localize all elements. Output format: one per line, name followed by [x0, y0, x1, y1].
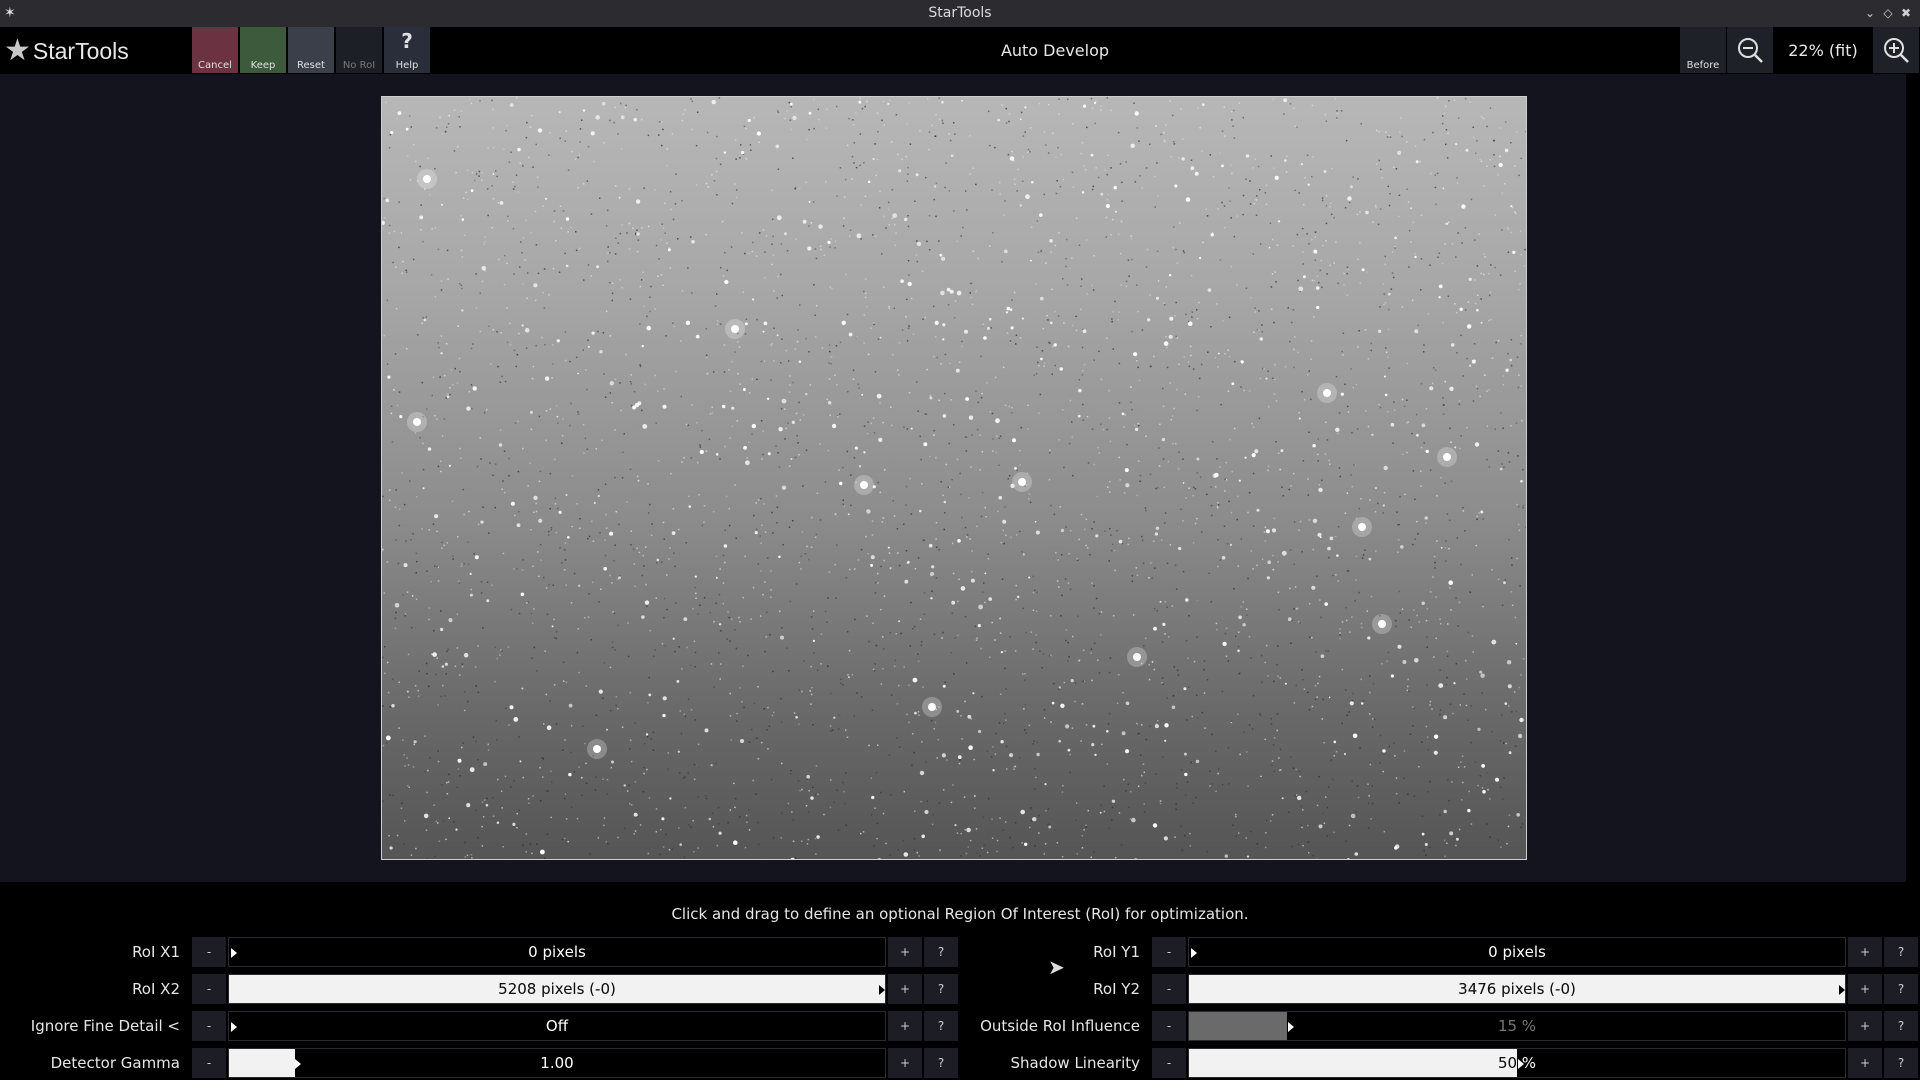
- shadow-linearity-increment-button[interactable]: +: [1848, 1048, 1882, 1078]
- roi-y2-value: 3476 pixels (-0): [1458, 980, 1576, 998]
- help-button[interactable]: ? Help: [384, 27, 430, 73]
- shadow-linearity-value: 50 %: [1497, 1054, 1537, 1072]
- reset-button[interactable]: Reset: [288, 27, 334, 73]
- vertical-scrollbar[interactable]: [1906, 74, 1920, 882]
- detector-gamma-increment-button[interactable]: +: [888, 1048, 922, 1078]
- zoom-out-button[interactable]: [1727, 27, 1773, 73]
- shadow-linearity-slider[interactable]: 50 %: [1188, 1048, 1846, 1078]
- window-title: StarTools: [928, 5, 992, 21]
- app-logo: ★ StarTools: [4, 33, 129, 69]
- star-field-render: [382, 97, 1526, 859]
- roi-x2-slider[interactable]: 5208 pixels (-0): [228, 974, 886, 1004]
- zoom-in-button[interactable]: [1873, 27, 1919, 73]
- logo-star-icon: ★: [4, 33, 31, 68]
- minimize-icon[interactable]: ⌄: [1862, 5, 1878, 21]
- maximize-icon[interactable]: ◇: [1880, 5, 1896, 21]
- ignore-fine-detail-help-button[interactable]: ?: [924, 1011, 958, 1041]
- ignore-fine-detail-value: Off: [545, 1017, 569, 1035]
- app-name: StarTools: [32, 37, 129, 64]
- zoom-in-icon: [1884, 38, 1909, 63]
- roi-x2-value: 5208 pixels (-0): [498, 980, 616, 998]
- roi-x1-slider[interactable]: 0 pixels: [228, 937, 886, 967]
- zoom-out-icon: [1738, 38, 1763, 63]
- outside-roi-influence-decrement-button[interactable]: -: [1152, 1011, 1186, 1041]
- keep-button[interactable]: Keep: [240, 27, 286, 73]
- no-roi-label: No RoI: [342, 60, 376, 71]
- no-roi-button[interactable]: No RoI: [336, 27, 382, 73]
- roi-x1-help-button[interactable]: ?: [924, 937, 958, 967]
- cancel-label: Cancel: [198, 60, 232, 71]
- roi-x1-decrement-button[interactable]: -: [192, 937, 226, 967]
- roi-y1-decrement-button[interactable]: -: [1152, 937, 1186, 967]
- before-label: Before: [1686, 60, 1720, 71]
- detector-gamma-decrement-button[interactable]: -: [192, 1048, 226, 1078]
- roi-y2-slider[interactable]: 3476 pixels (-0): [1188, 974, 1846, 1004]
- roi-y2-increment-button[interactable]: +: [1848, 974, 1882, 1004]
- mouse-cursor-icon: ➤: [1048, 955, 1065, 979]
- help-label: Help: [395, 60, 419, 71]
- shadow-linearity-decrement-button[interactable]: -: [1152, 1048, 1186, 1078]
- ignore-fine-detail-decrement-button[interactable]: -: [192, 1011, 226, 1041]
- before-button[interactable]: Before: [1680, 27, 1726, 73]
- roi-y1-slider[interactable]: 0 pixels: [1188, 937, 1846, 967]
- outside-roi-influence-value: 15 %: [1497, 1017, 1537, 1035]
- roi-y2-help-button[interactable]: ?: [1884, 974, 1918, 1004]
- roi-y1-value: 0 pixels: [1488, 943, 1546, 961]
- detector-gamma-value: 1.00: [540, 1054, 574, 1072]
- reset-label: Reset: [297, 60, 325, 71]
- roi-hint-text: Click and drag to define an optional Reg…: [671, 905, 1249, 923]
- help-icon: ?: [401, 29, 413, 53]
- roi-x2-help-button[interactable]: ?: [924, 974, 958, 1004]
- cancel-button[interactable]: Cancel: [192, 27, 238, 73]
- ignore-fine-detail-increment-button[interactable]: +: [888, 1011, 922, 1041]
- roi-x1-label: RoI X1: [132, 943, 180, 961]
- toolbar: ★ StarTools Cancel Keep Reset No RoI ? H…: [0, 27, 1920, 74]
- shadow-linearity-help-button[interactable]: ?: [1884, 1048, 1918, 1078]
- roi-y1-help-button[interactable]: ?: [1884, 937, 1918, 967]
- module-title: Auto Develop: [1000, 41, 1110, 60]
- shadow-linearity-label: Shadow Linearity: [1010, 1054, 1141, 1072]
- roi-x2-increment-button[interactable]: +: [888, 974, 922, 1004]
- roi-x2-label: RoI X2: [132, 980, 180, 998]
- roi-x2-decrement-button[interactable]: -: [192, 974, 226, 1004]
- detector-gamma-slider[interactable]: 1.00: [228, 1048, 886, 1078]
- roi-x1-increment-button[interactable]: +: [888, 937, 922, 967]
- detector-gamma-help-button[interactable]: ?: [924, 1048, 958, 1078]
- roi-x1-value: 0 pixels: [528, 943, 586, 961]
- ignore-fine-detail-slider[interactable]: Off: [228, 1011, 886, 1041]
- outside-roi-influence-label: Outside RoI Influence: [980, 1017, 1140, 1035]
- close-icon[interactable]: ✖: [1898, 5, 1914, 21]
- detector-gamma-label: Detector Gamma: [50, 1054, 180, 1072]
- star-field-image[interactable]: [381, 96, 1527, 860]
- zoom-level: 22% (fit): [1788, 41, 1858, 60]
- roi-y2-decrement-button[interactable]: -: [1152, 974, 1186, 1004]
- keep-label: Keep: [250, 60, 276, 71]
- ignore-fine-detail-label: Ignore Fine Detail <: [30, 1017, 180, 1035]
- outside-roi-influence-slider[interactable]: 15 %: [1188, 1011, 1846, 1041]
- outside-roi-influence-increment-button[interactable]: +: [1848, 1011, 1882, 1041]
- roi-y1-increment-button[interactable]: +: [1848, 937, 1882, 967]
- window-titlebar: ✶ StarTools ⌄ ◇ ✖: [0, 0, 1920, 27]
- outside-roi-influence-help-button[interactable]: ?: [1884, 1011, 1918, 1041]
